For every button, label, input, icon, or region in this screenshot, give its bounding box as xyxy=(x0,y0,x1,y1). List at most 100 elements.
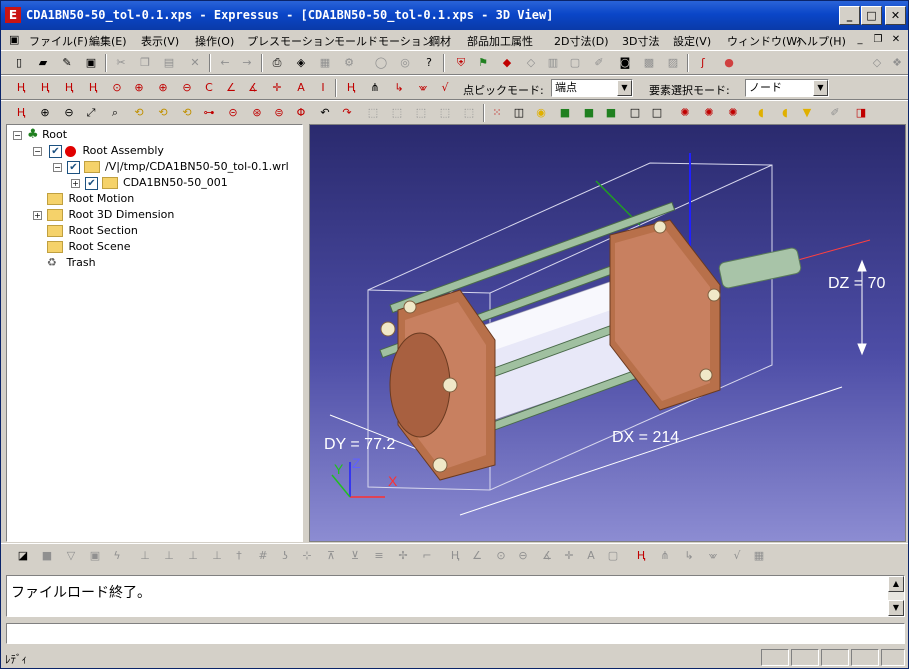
mdi-minimize-button[interactable]: _ xyxy=(852,33,868,47)
menu-window[interactable]: ウィンドウ(W) xyxy=(727,33,801,49)
parts-icon[interactable]: ◇ xyxy=(523,55,539,71)
shield-icon[interactable]: ⛨ xyxy=(453,55,469,71)
output-log[interactable]: ファイルロード終了。 ▲ ▼ xyxy=(6,575,905,617)
rough-icon[interactable]: √ xyxy=(437,80,453,96)
cube-outline-icon[interactable]: □ xyxy=(627,105,643,121)
output-scrollbar[interactable]: ▲ ▼ xyxy=(888,576,904,616)
flag-icon[interactable]: ⚑ xyxy=(475,55,491,71)
tool-icon[interactable]: ▥ xyxy=(545,55,561,71)
dim-gray-icon[interactable]: Ⱨ xyxy=(447,548,463,564)
balloon-red-icon[interactable]: Ⱨ xyxy=(633,548,649,564)
paste-icon[interactable]: ▤ xyxy=(161,55,177,71)
zoom-window-icon[interactable]: ⌕ xyxy=(107,105,123,121)
view-left-icon[interactable]: ⬚ xyxy=(461,105,477,121)
menu-view[interactable]: 表示(V) xyxy=(141,33,179,49)
cut-icon[interactable]: ✂ xyxy=(113,55,129,71)
arc-icon[interactable]: C xyxy=(201,80,217,96)
print-icon[interactable]: ⎙ xyxy=(269,55,285,71)
menu-steel[interactable]: 鋼材 xyxy=(429,33,451,49)
align3-icon[interactable]: ⊥ xyxy=(185,548,201,564)
table-gray-icon[interactable]: ▦ xyxy=(751,548,767,564)
cross2-icon[interactable]: ✢ xyxy=(395,548,411,564)
move-icon[interactable]: ⊹ xyxy=(299,548,315,564)
dim-h2-icon[interactable]: Ⱨ xyxy=(37,80,53,96)
open-folder-icon[interactable]: ▰ xyxy=(35,55,51,71)
menu-mold-motion[interactable]: モールドモーション xyxy=(334,33,433,49)
view-back-icon[interactable]: ⬚ xyxy=(389,105,405,121)
collapse-toggle[interactable]: − xyxy=(33,147,42,156)
undo-view-icon[interactable]: ↶ xyxy=(317,105,333,121)
spin-icon[interactable]: ⊛ xyxy=(249,105,265,121)
close-button[interactable]: ✕ xyxy=(885,6,906,25)
leader-icon[interactable]: ↳ xyxy=(391,80,407,96)
save-icon[interactable]: ▣ xyxy=(83,55,99,71)
rotate-x-icon[interactable]: ⟲ xyxy=(131,105,147,121)
zoom-fit-icon[interactable]: ⤢ xyxy=(83,105,99,121)
record-icon[interactable]: ◪ xyxy=(15,548,31,564)
note-icon[interactable]: ⋔ xyxy=(367,80,383,96)
diamond-icon[interactable]: ◇ xyxy=(869,55,885,71)
minimize-button[interactable]: _ xyxy=(839,6,860,25)
part-icon[interactable]: ◆ xyxy=(499,55,515,71)
cube-green2-icon[interactable]: ■ xyxy=(581,105,597,121)
menu-file[interactable]: ファイル(F) xyxy=(29,33,88,49)
tree-node-root-assembly[interactable]: ✔ Root Assembly xyxy=(49,143,164,159)
marker-icon[interactable]: ▼ xyxy=(799,105,815,121)
new-file-icon[interactable]: ▯ xyxy=(11,55,27,71)
menu-3d-dimension[interactable]: 3D寸法 xyxy=(622,33,659,49)
menu-settings[interactable]: 設定(V) xyxy=(673,33,711,49)
3d-viewport[interactable]: DZ = 70 DY = 77.2 DX = 214 X Y Z xyxy=(309,124,906,542)
maximize-button[interactable]: □ xyxy=(861,6,882,25)
app-icon[interactable]: E xyxy=(5,7,21,23)
edit-icon[interactable]: ✎ xyxy=(59,55,75,71)
section-icon[interactable]: ▨ xyxy=(665,55,681,71)
gear-icon[interactable]: ⚙ xyxy=(341,55,357,71)
command-input[interactable] xyxy=(6,623,905,644)
frame-gray-icon[interactable]: ▢ xyxy=(605,548,621,564)
dy-dimension-label[interactable]: DY = 77.2 xyxy=(324,436,395,454)
view-top-icon[interactable]: ⬚ xyxy=(413,105,429,121)
cube-icon[interactable]: ◈ xyxy=(293,55,309,71)
redo-arrow-icon[interactable]: → xyxy=(239,55,255,71)
orbit-icon[interactable]: ◎ xyxy=(397,55,413,71)
zoom-out-icon[interactable]: ⊖ xyxy=(61,105,77,121)
cube-outline2-icon[interactable]: □ xyxy=(649,105,665,121)
redo-view-icon[interactable]: ↷ xyxy=(339,105,355,121)
align2-icon[interactable]: ⊥ xyxy=(161,548,177,564)
zoom-in-icon[interactable]: ⊕ xyxy=(37,105,53,121)
panel-icon[interactable]: ◨ xyxy=(853,105,869,121)
tree-node-file[interactable]: ✔ /V|/tmp/CDA1BN50-50_tol-0.1.wrl xyxy=(67,159,289,175)
layers-icon[interactable]: ❖ xyxy=(889,55,905,71)
menu-doc-icon[interactable]: ▣ xyxy=(9,33,19,46)
tree-node-trash[interactable]: ♻ Trash xyxy=(47,255,96,271)
rotate-z-icon[interactable]: ⟲ xyxy=(179,105,195,121)
tri2-icon[interactable]: ⊻ xyxy=(347,548,363,564)
angle2-icon[interactable]: ∡ xyxy=(245,80,261,96)
tree-node-scene[interactable]: Root Scene xyxy=(47,239,130,255)
brush-icon[interactable]: ✐ xyxy=(591,55,607,71)
copy-icon[interactable]: ❐ xyxy=(137,55,153,71)
cross-gray-icon[interactable]: ✛ xyxy=(561,548,577,564)
view-bottom-icon[interactable]: ⬚ xyxy=(437,105,453,121)
menu-operation[interactable]: 操作(O) xyxy=(195,33,234,49)
visibility-checkbox[interactable]: ✔ xyxy=(85,176,98,190)
select-mode-select[interactable]: ノード ▼ xyxy=(745,79,829,97)
hook-icon[interactable]: ʖ xyxy=(277,548,293,564)
sphere-icon[interactable]: ● xyxy=(721,55,737,71)
weld-gray-icon[interactable]: ⩖ xyxy=(705,548,721,564)
mouse-icon[interactable]: ◯ xyxy=(373,55,389,71)
fit-h-icon[interactable]: Ⱨ xyxy=(13,105,29,121)
pick-mode-select[interactable]: 端点 ▼ xyxy=(551,79,633,97)
curve-icon[interactable]: ʃ xyxy=(695,55,711,71)
explode2-icon[interactable]: ✺ xyxy=(701,105,717,121)
frame-icon[interactable]: ▢ xyxy=(567,55,583,71)
chevron-down-icon[interactable]: ▼ xyxy=(617,80,632,96)
align-icon[interactable]: ⊥ xyxy=(137,548,153,564)
delete-icon[interactable]: ✕ xyxy=(187,55,203,71)
tri-icon[interactable]: ⊼ xyxy=(323,548,339,564)
visibility-checkbox[interactable]: ✔ xyxy=(49,144,62,158)
light2-icon[interactable]: ◖ xyxy=(777,105,793,121)
text-gray-icon[interactable]: A xyxy=(583,548,599,564)
collapse-toggle[interactable]: − xyxy=(53,163,62,172)
menu-press-motion[interactable]: プレスモーション xyxy=(247,33,335,49)
